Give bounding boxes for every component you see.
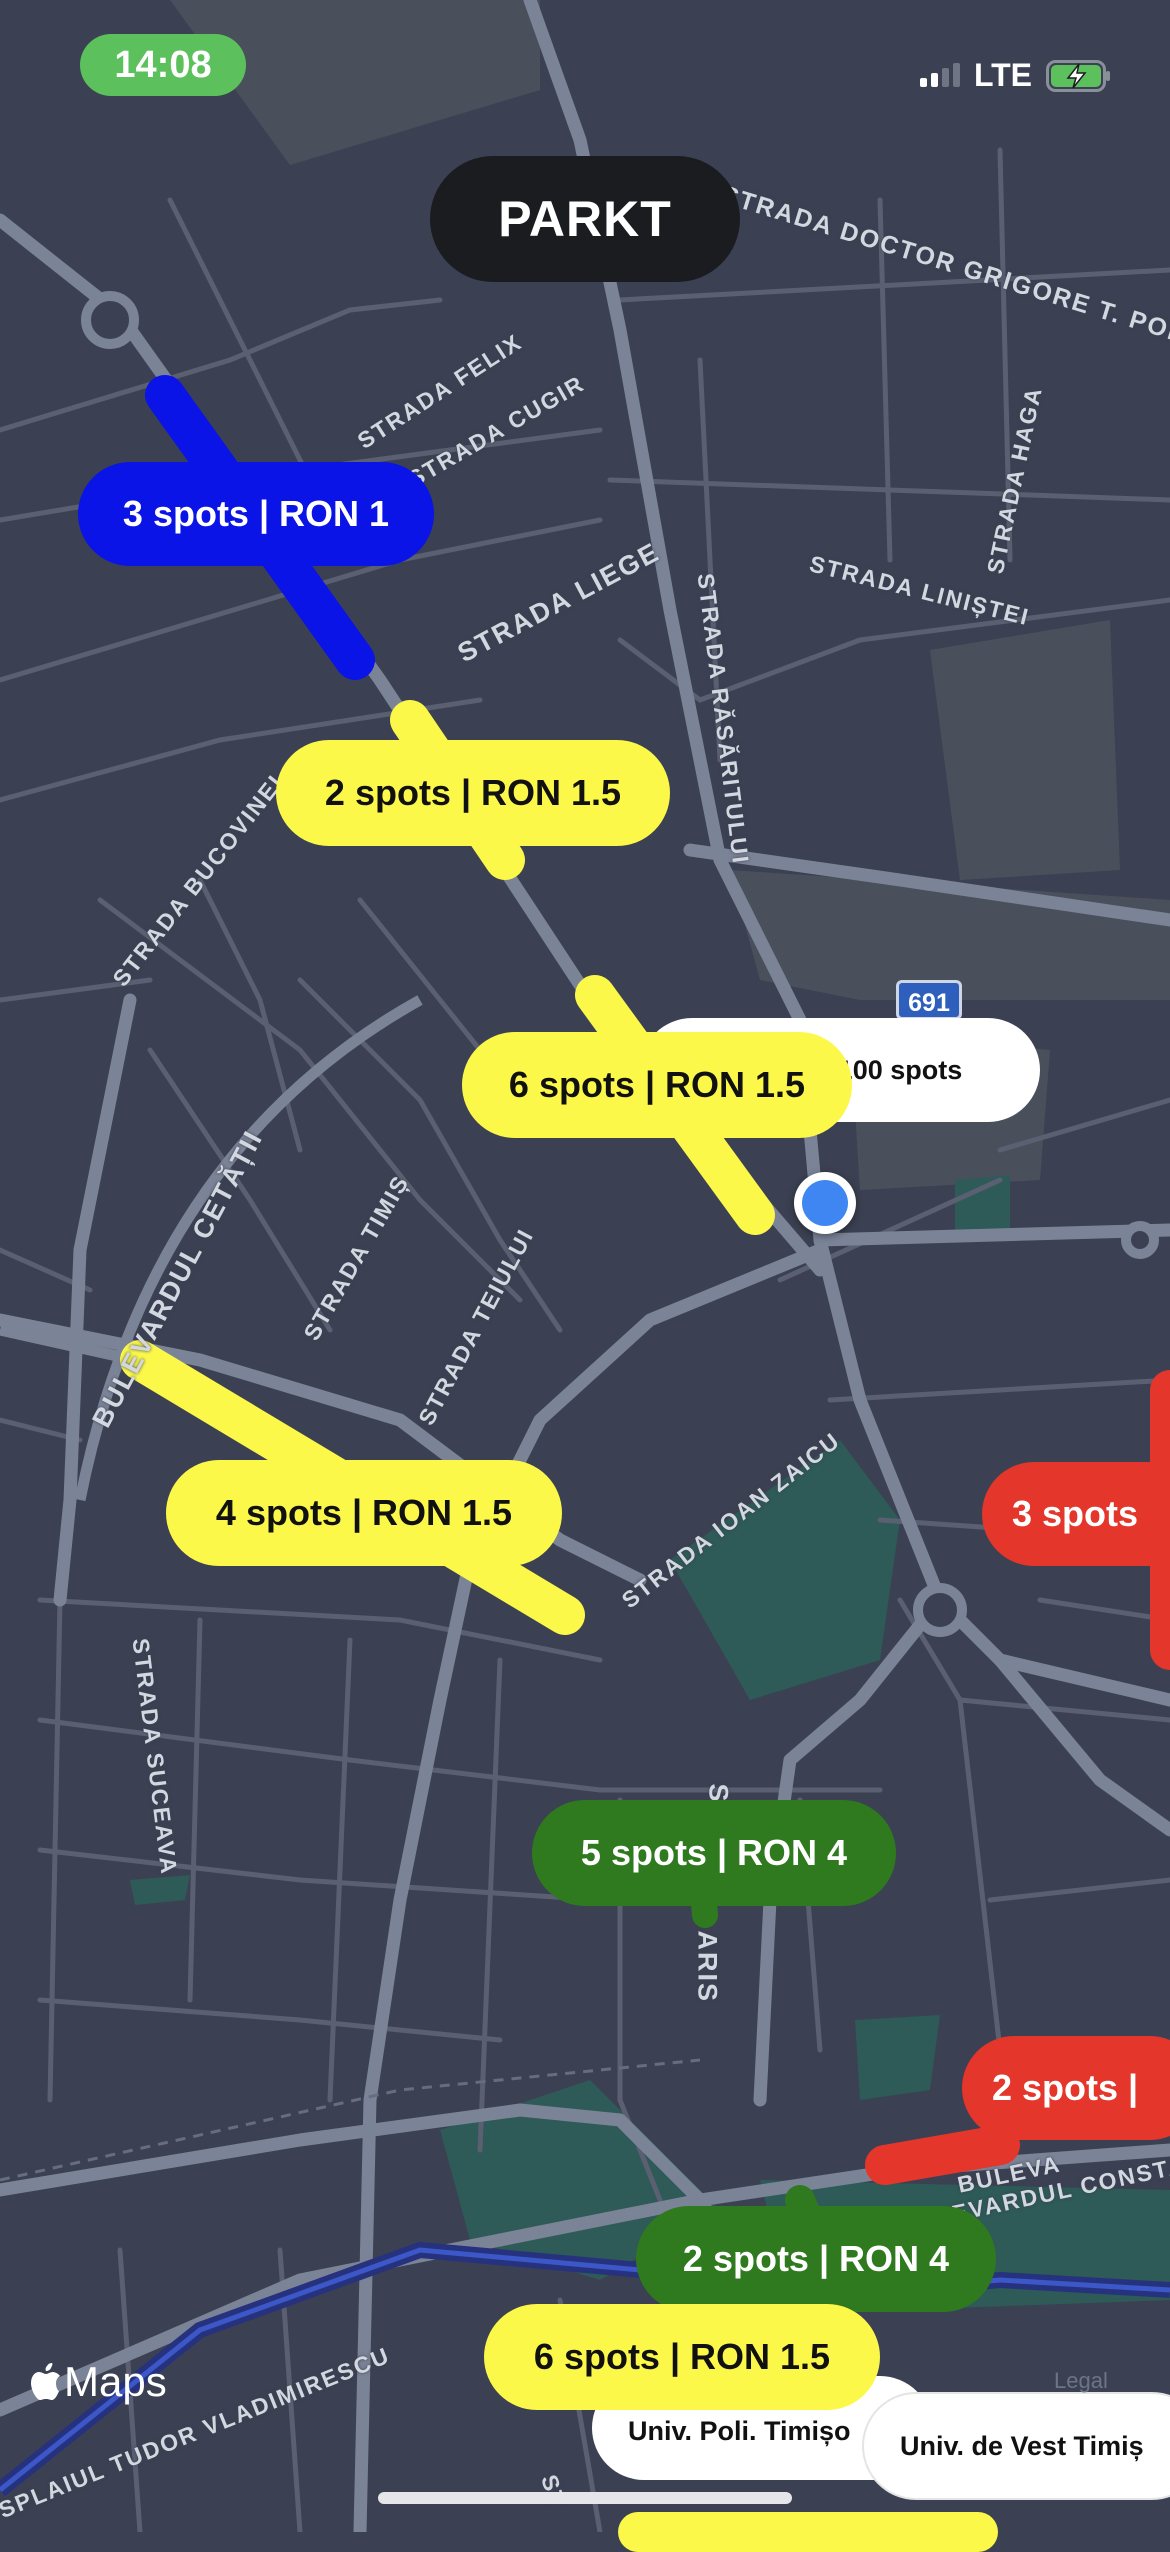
- current-location-dot[interactable]: [794, 1172, 856, 1234]
- parking-label: 6 spots | RON 1.5: [533, 2336, 831, 2377]
- parking-label: Univ. Poli. Timișo: [628, 2416, 851, 2446]
- parking-label: 4 spots | RON 1.5: [215, 1492, 513, 1533]
- legal-link[interactable]: Legal: [1054, 2368, 1108, 2394]
- street-label: ARIS: [692, 1930, 723, 2004]
- home-indicator[interactable]: [378, 2492, 792, 2504]
- status-time: 14:08: [80, 34, 246, 96]
- parking-label: 6 spots | RON 1.5: [508, 1064, 806, 1105]
- apple-logo-icon: [31, 2363, 60, 2400]
- parking-label: Univ. de Vest Timiș: [900, 2431, 1144, 2461]
- parking-marker[interactable]: [618, 2512, 998, 2552]
- parking-marker[interactable]: 6 spots | RON 1.5: [484, 2304, 880, 2410]
- parking-marker[interactable]: 3 spots: [982, 1462, 1170, 1566]
- maps-attribution[interactable]: Maps: [30, 2358, 167, 2406]
- signal-icon: [919, 63, 960, 87]
- parking-marker[interactable]: 2 spots | RON 1.5: [276, 740, 670, 846]
- road-number-badge: 691: [896, 980, 962, 1020]
- parking-marker[interactable]: 5 spots | RON 4: [532, 1800, 896, 1906]
- parking-marker[interactable]: 2 spots |: [962, 2036, 1170, 2140]
- parking-label: 3 spots: [1012, 1493, 1139, 1534]
- parking-label: 2 spots | RON 4: [682, 2238, 950, 2279]
- status-indicators: LTE: [919, 50, 1110, 100]
- app-title: PARKT: [430, 156, 740, 282]
- maps-logo-text: Maps: [64, 2358, 167, 2405]
- parking-label: 3 spots | RON 1: [122, 493, 390, 534]
- parking-label: 5 spots | RON 4: [580, 1832, 848, 1873]
- parking-marker[interactable]: 2 spots | RON 4: [636, 2206, 996, 2312]
- parking-label: 2 spots | RON 1.5: [324, 772, 622, 813]
- parking-label: 100 spots: [837, 1055, 963, 1085]
- parking-marker[interactable]: 3 spots | RON 1: [78, 462, 434, 566]
- parking-marker[interactable]: 4 spots | RON 1.5: [166, 1460, 562, 1566]
- parking-marker-lot[interactable]: Univ. de Vest Timiș: [864, 2394, 1170, 2498]
- battery-charging-icon: [1046, 60, 1110, 92]
- parking-marker[interactable]: 6 spots | RON 1.5: [462, 1032, 852, 1138]
- parking-label: 2 spots |: [992, 2067, 1139, 2108]
- network-type: LTE: [973, 56, 1032, 93]
